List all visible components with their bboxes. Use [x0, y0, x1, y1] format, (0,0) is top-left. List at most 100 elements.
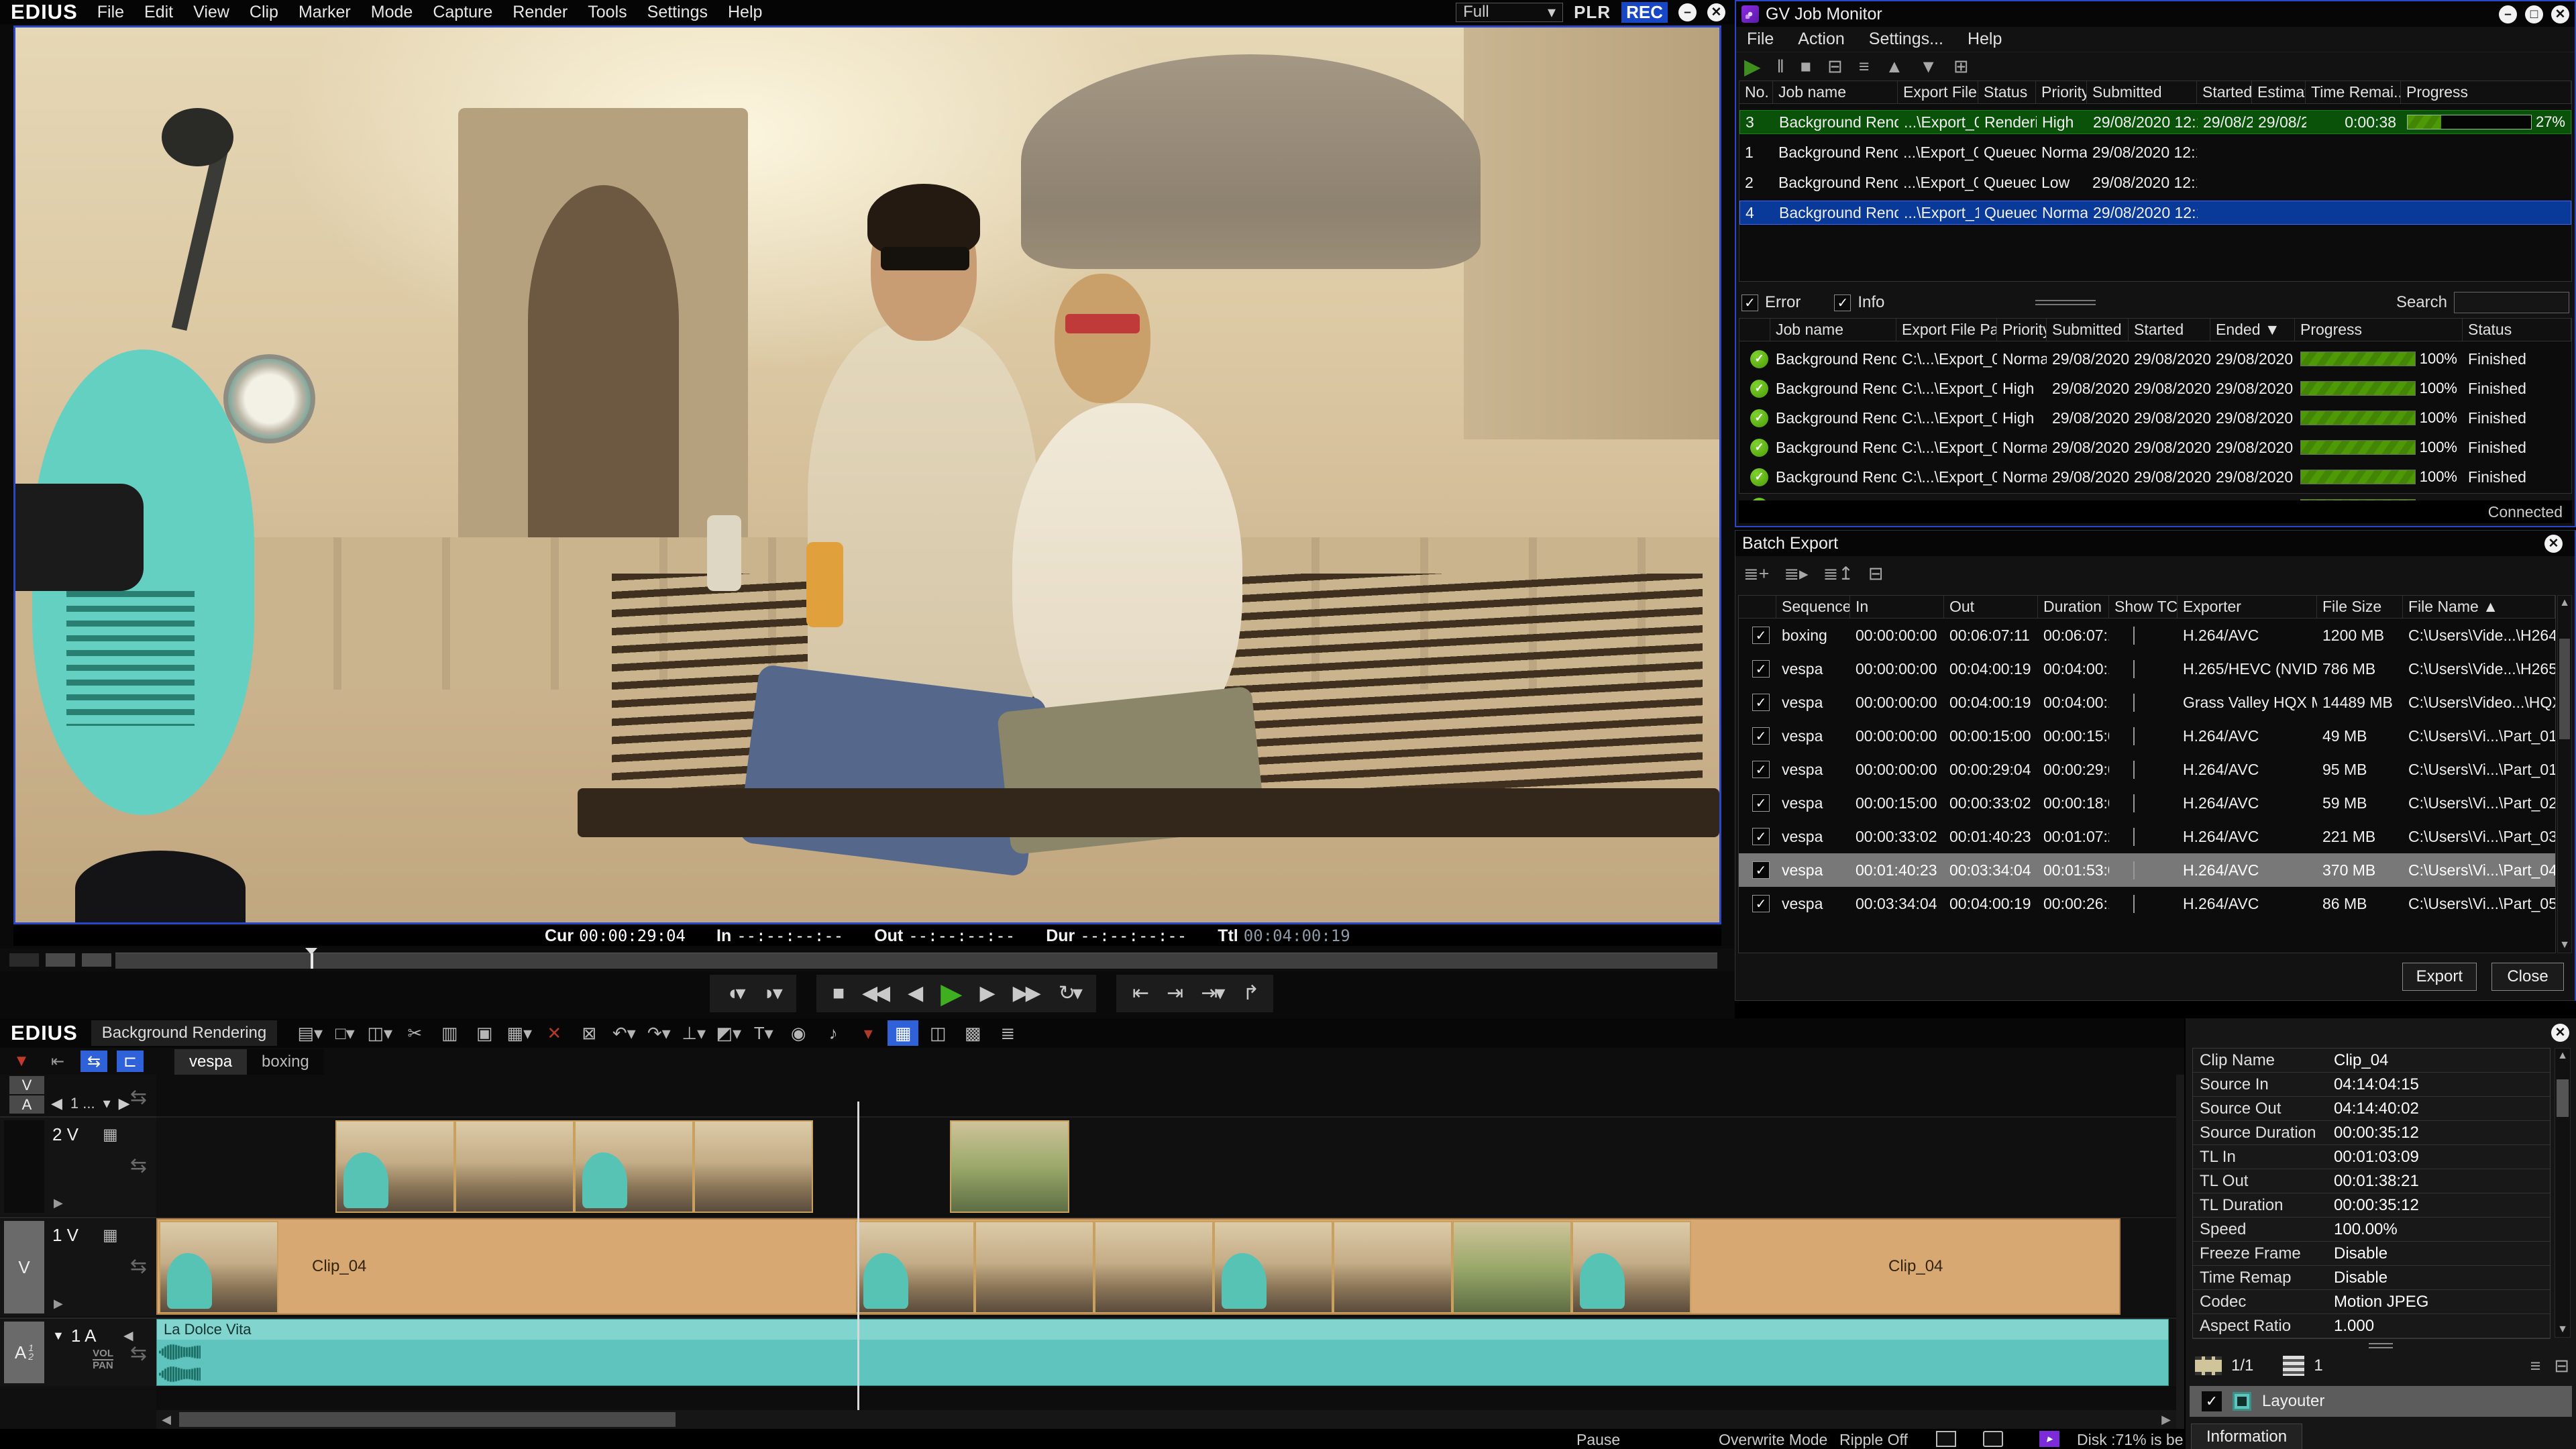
- menu-item[interactable]: View: [183, 3, 239, 22]
- finished-job-row[interactable]: ✓ Background Rendering... C:\...\Export_…: [1739, 376, 2571, 400]
- column-header[interactable]: Duration: [2038, 596, 2109, 618]
- delete-button[interactable]: ✕: [539, 1020, 570, 1046]
- show-tc-checkbox[interactable]: [2133, 761, 2135, 779]
- menu-item[interactable]: Mode: [361, 3, 423, 22]
- scroll-left-icon[interactable]: ◀: [156, 1410, 176, 1429]
- play-button[interactable]: ▶: [941, 979, 959, 1008]
- job-queue-row[interactable]: 3 Background Rendering... ...\Export_09.…: [1739, 110, 2571, 134]
- show-tc-checkbox[interactable]: [2133, 794, 2135, 812]
- row-checkbox[interactable]: ✓: [1752, 861, 1770, 879]
- batch-export-row[interactable]: ✓ vespa 00:00:33:02 00:01:40:23 00:01:07…: [1739, 820, 2555, 853]
- property-row[interactable]: Freeze Frame Disable: [2193, 1242, 2550, 1266]
- finished-table-header[interactable]: Job nameExport File PathPrioritySubmitte…: [1739, 319, 2571, 341]
- menu-item[interactable]: File: [1747, 30, 1774, 49]
- column-header[interactable]: Priority: [2036, 81, 2087, 103]
- scrollbar-thumb[interactable]: [179, 1412, 676, 1427]
- show-tc-checkbox[interactable]: [2133, 727, 2135, 745]
- sync-icon[interactable]: ⇆: [130, 1254, 147, 1278]
- column-header[interactable]: Job name: [1770, 319, 1896, 341]
- property-row[interactable]: Clip Name Clip_04: [2193, 1049, 2550, 1073]
- mixer-button[interactable]: ◩▾: [713, 1020, 744, 1046]
- column-header[interactable]: Job name: [1773, 81, 1898, 103]
- menu-item[interactable]: File: [87, 3, 134, 22]
- close-icon[interactable]: ✕: [2551, 5, 2569, 23]
- column-header[interactable]: File Size: [2317, 596, 2403, 618]
- edit-mode-status[interactable]: Overwrite Mode: [1719, 1431, 1827, 1449]
- vol-pan-labels[interactable]: VOL PAN: [93, 1348, 113, 1371]
- priority-up-button[interactable]: ▲: [1885, 58, 1903, 76]
- column-header[interactable]: File Name ▲: [2403, 596, 2555, 618]
- undo-button[interactable]: ↶▾: [608, 1020, 639, 1046]
- loop-playback-button[interactable]: ↻▾: [1059, 983, 1080, 1004]
- maximize-icon[interactable]: □: [2525, 5, 2543, 23]
- column-header[interactable]: Export File Path: [1898, 81, 1978, 103]
- column-header[interactable]: Status: [1978, 81, 2036, 103]
- column-header[interactable]: Sequence: [1776, 596, 1850, 618]
- dual-view-button[interactable]: ◫: [922, 1020, 953, 1046]
- next-icon[interactable]: ▶: [119, 1095, 130, 1112]
- window-layout-icon[interactable]: [1936, 1431, 1956, 1447]
- close-icon[interactable]: ✕: [2551, 1024, 2569, 1042]
- row-checkbox[interactable]: ✓: [1752, 727, 1770, 745]
- batch-export-row[interactable]: ✓ vespa 00:00:00:00 00:00:15:00 00:00:15…: [1739, 719, 2555, 753]
- track-2v-lane[interactable]: [156, 1116, 2176, 1216]
- property-row[interactable]: Aspect Ratio 1.000: [2193, 1314, 2550, 1338]
- menu-item[interactable]: Marker: [288, 3, 361, 22]
- pause-jobs-button[interactable]: ‖: [1777, 58, 1784, 76]
- error-checkbox[interactable]: ✓: [1741, 294, 1758, 311]
- property-row[interactable]: Time Remap Disable: [2193, 1266, 2550, 1290]
- queue-table-header[interactable]: No.Job nameExport File PathStatusPriorit…: [1739, 81, 2571, 104]
- track-header-1v[interactable]: V 1 V▦ ▶ ⇆: [0, 1217, 156, 1316]
- cut-button[interactable]: ✂: [399, 1020, 430, 1046]
- column-header[interactable]: Time Remai... ▼: [2306, 81, 2401, 103]
- scroll-up-icon[interactable]: ▲: [2558, 597, 2571, 609]
- info-checkbox[interactable]: ✓: [1834, 294, 1851, 311]
- column-header[interactable]: Out: [1944, 596, 2038, 618]
- track-header-2v[interactable]: 2 V▦ ▶ ⇆: [0, 1116, 156, 1216]
- column-header[interactable]: Show TC: [2109, 596, 2178, 618]
- track-selector[interactable]: ◀ 1 ... ▾ ▶: [51, 1095, 130, 1112]
- property-row[interactable]: Codec Motion JPEG: [2193, 1290, 2550, 1314]
- batch-export-row[interactable]: ✓ vespa 00:00:00:00 00:04:00:19 00:04:00…: [1739, 686, 2555, 719]
- set-out-marker-button[interactable]: ◗▾: [763, 983, 780, 1004]
- delete-job-button[interactable]: ⊟: [1827, 58, 1843, 76]
- minimize-icon[interactable]: –: [1678, 3, 1697, 21]
- title-button[interactable]: T▾: [748, 1020, 779, 1046]
- row-checkbox[interactable]: ✓: [1752, 761, 1770, 778]
- bin-view-button[interactable]: ≣: [992, 1020, 1023, 1046]
- sequence-tab[interactable]: vespa: [174, 1049, 247, 1075]
- batch-export-row[interactable]: ✓ vespa 00:03:34:04 00:04:00:19 00:00:26…: [1739, 887, 2555, 920]
- scroll-right-icon[interactable]: ▶: [2156, 1410, 2176, 1429]
- close-button[interactable]: Close: [2491, 963, 2564, 991]
- property-row[interactable]: Speed 100.00%: [2193, 1218, 2550, 1242]
- splitter-handle[interactable]: [2369, 1343, 2393, 1348]
- column-header[interactable]: Ended ▼: [2210, 319, 2295, 341]
- shuttle-blocks[interactable]: [9, 953, 111, 967]
- menu-item[interactable]: Help: [718, 3, 772, 22]
- sequence-tab[interactable]: boxing: [247, 1049, 324, 1075]
- show-tc-checkbox[interactable]: [2133, 660, 2135, 678]
- rewind-button[interactable]: ◀◀: [862, 983, 888, 1004]
- video-mute-button[interactable]: V: [9, 1076, 44, 1094]
- export-button[interactable]: ↱: [1242, 983, 1256, 1004]
- audio-clip[interactable]: La Dolce Vita: [156, 1319, 2169, 1386]
- job-settings-button[interactable]: ⊞: [1953, 58, 1969, 76]
- sync-icon[interactable]: ⇆: [130, 1085, 147, 1109]
- delete-effect-icon[interactable]: ⊟: [2554, 1357, 2569, 1375]
- column-header[interactable]: Started: [2129, 319, 2210, 341]
- batch-export-row[interactable]: ✓ vespa 00:01:40:23 00:03:34:04 00:01:53…: [1739, 853, 2555, 887]
- copy-button[interactable]: ▥: [434, 1020, 465, 1046]
- scroll-down-icon[interactable]: ▼: [2558, 939, 2571, 951]
- row-checkbox[interactable]: ✓: [1752, 794, 1770, 812]
- paste-button[interactable]: ▣: [469, 1020, 500, 1046]
- column-header[interactable]: Estimat...: [2252, 81, 2306, 103]
- job-queue-row[interactable]: 2 Background Rendering... ...\Export_08.…: [1739, 170, 2571, 195]
- monitor-icon[interactable]: [1983, 1431, 2003, 1447]
- close-icon[interactable]: ✕: [1707, 3, 1725, 21]
- gv-jobs-icon[interactable]: ▸: [2039, 1431, 2059, 1447]
- column-header[interactable]: Progress: [2401, 81, 2571, 103]
- goto-marker-button[interactable]: ⇥▾: [1201, 983, 1222, 1004]
- save-project-button[interactable]: ◫▾: [364, 1020, 395, 1046]
- seek-bar[interactable]: [115, 953, 1717, 969]
- collapse-icon[interactable]: ▼: [52, 1329, 64, 1343]
